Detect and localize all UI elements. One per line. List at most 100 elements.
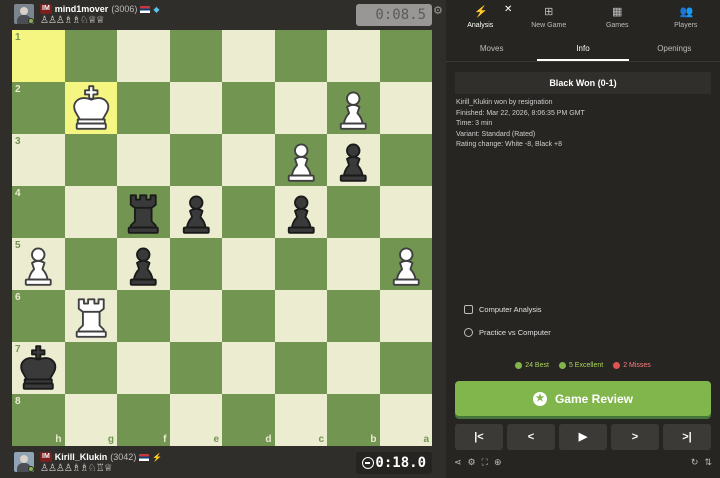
- square-g8[interactable]: g: [64, 394, 117, 446]
- square-h1[interactable]: 1: [12, 30, 65, 82]
- square-h8[interactable]: 8h: [12, 394, 65, 446]
- white-rook-icon[interactable]: [65, 290, 118, 342]
- play-button[interactable]: ▶: [559, 424, 607, 450]
- expand-icon[interactable]: ⛶: [482, 457, 488, 471]
- square-d8[interactable]: d: [222, 394, 275, 446]
- square-d2[interactable]: [222, 82, 275, 134]
- square-c3[interactable]: [274, 134, 328, 186]
- square-a4[interactable]: [379, 186, 432, 238]
- square-c5[interactable]: [274, 238, 327, 290]
- square-c8[interactable]: c: [274, 394, 327, 446]
- square-e6[interactable]: [169, 290, 222, 342]
- square-g7[interactable]: [64, 342, 117, 394]
- square-a7[interactable]: [379, 342, 432, 394]
- square-f7[interactable]: [117, 342, 170, 394]
- square-f4[interactable]: [117, 186, 170, 238]
- square-h5[interactable]: 5: [12, 238, 65, 290]
- square-h2[interactable]: 2: [12, 82, 65, 134]
- square-g6[interactable]: [64, 290, 118, 342]
- practice-link[interactable]: Practice vs Computer: [464, 328, 551, 337]
- square-d1[interactable]: [222, 30, 275, 82]
- square-d6[interactable]: [222, 290, 275, 342]
- square-b2[interactable]: [327, 82, 380, 134]
- square-g5[interactable]: [64, 238, 117, 290]
- black-rook-icon[interactable]: [117, 186, 170, 238]
- square-b8[interactable]: b: [327, 394, 380, 446]
- white-pawn-icon[interactable]: [12, 238, 65, 290]
- tab-new-game[interactable]: ⊞ New Game: [515, 0, 584, 36]
- square-b6[interactable]: [327, 290, 380, 342]
- square-e8[interactable]: e: [169, 394, 222, 446]
- square-a2[interactable]: [379, 82, 432, 134]
- square-b4[interactable]: [327, 186, 380, 238]
- square-f6[interactable]: [117, 290, 170, 342]
- black-king-icon[interactable]: [12, 342, 65, 394]
- tab-info[interactable]: Info: [537, 38, 629, 61]
- square-g2[interactable]: [64, 82, 118, 134]
- square-g4[interactable]: [64, 186, 117, 238]
- square-c7[interactable]: [274, 342, 327, 394]
- white-pawn-icon[interactable]: [380, 238, 433, 290]
- square-e4[interactable]: [169, 186, 223, 238]
- square-a5[interactable]: [379, 238, 433, 290]
- last-move-button[interactable]: >|: [663, 424, 711, 450]
- square-d4[interactable]: [222, 186, 275, 238]
- avatar[interactable]: [14, 452, 34, 472]
- close-icon[interactable]: ✕: [504, 4, 512, 15]
- square-h7[interactable]: 7: [12, 342, 65, 394]
- square-c2[interactable]: [274, 82, 327, 134]
- square-f3[interactable]: [117, 134, 170, 186]
- square-b1[interactable]: [327, 30, 380, 82]
- avatar[interactable]: [14, 4, 34, 24]
- square-g1[interactable]: [64, 30, 117, 82]
- square-f1[interactable]: [117, 30, 170, 82]
- next-move-button[interactable]: >: [611, 424, 659, 450]
- player-name[interactable]: mind1mover: [55, 4, 109, 14]
- square-c4[interactable]: [274, 186, 328, 238]
- square-h3[interactable]: 3: [12, 134, 65, 186]
- white-pawn-icon[interactable]: [275, 134, 328, 186]
- square-a3[interactable]: [379, 134, 432, 186]
- tab-openings[interactable]: Openings: [629, 38, 720, 61]
- game-review-button[interactable]: ★ Game Review: [455, 381, 711, 416]
- square-h6[interactable]: 6: [12, 290, 65, 342]
- square-d7[interactable]: [222, 342, 275, 394]
- square-e7[interactable]: [169, 342, 222, 394]
- chess-board[interactable]: 12345678hgfedcba: [12, 30, 432, 446]
- square-a6[interactable]: [379, 290, 432, 342]
- black-pawn-icon[interactable]: [170, 186, 223, 238]
- square-c1[interactable]: [274, 30, 327, 82]
- square-h4[interactable]: 4: [12, 186, 65, 238]
- prev-move-button[interactable]: <: [507, 424, 555, 450]
- tab-players[interactable]: 👥 Players: [652, 0, 720, 36]
- square-e3[interactable]: [169, 134, 222, 186]
- square-g3[interactable]: [64, 134, 117, 186]
- zoom-icon[interactable]: ⊕: [494, 457, 502, 471]
- square-d5[interactable]: [222, 238, 275, 290]
- square-f8[interactable]: f: [117, 394, 170, 446]
- player-name[interactable]: Kirill_Klukin: [55, 452, 108, 462]
- square-e5[interactable]: [169, 238, 222, 290]
- refresh-icon[interactable]: ↻: [691, 457, 699, 471]
- square-b3[interactable]: [327, 134, 380, 186]
- black-pawn-icon[interactable]: [327, 134, 380, 186]
- square-f2[interactable]: [117, 82, 170, 134]
- computer-analysis-link[interactable]: Computer Analysis: [464, 305, 542, 314]
- share-icon[interactable]: ⋖: [454, 457, 462, 471]
- black-pawn-icon[interactable]: [275, 186, 328, 238]
- square-a1[interactable]: [379, 30, 432, 82]
- board-settings-icon[interactable]: ⚙: [468, 457, 476, 471]
- square-b5[interactable]: [327, 238, 380, 290]
- flip-board-icon[interactable]: ⇅: [704, 457, 712, 471]
- white-pawn-icon[interactable]: [327, 82, 380, 134]
- square-e1[interactable]: [169, 30, 222, 82]
- square-e2[interactable]: [169, 82, 222, 134]
- white-king-icon[interactable]: [65, 82, 118, 134]
- first-move-button[interactable]: |<: [455, 424, 503, 450]
- square-b7[interactable]: [327, 342, 380, 394]
- black-pawn-icon[interactable]: [117, 238, 170, 290]
- gear-icon[interactable]: ⚙: [433, 4, 443, 17]
- tab-games[interactable]: ▦ Games: [583, 0, 652, 36]
- square-d3[interactable]: [222, 134, 275, 186]
- tab-moves[interactable]: Moves: [446, 38, 537, 61]
